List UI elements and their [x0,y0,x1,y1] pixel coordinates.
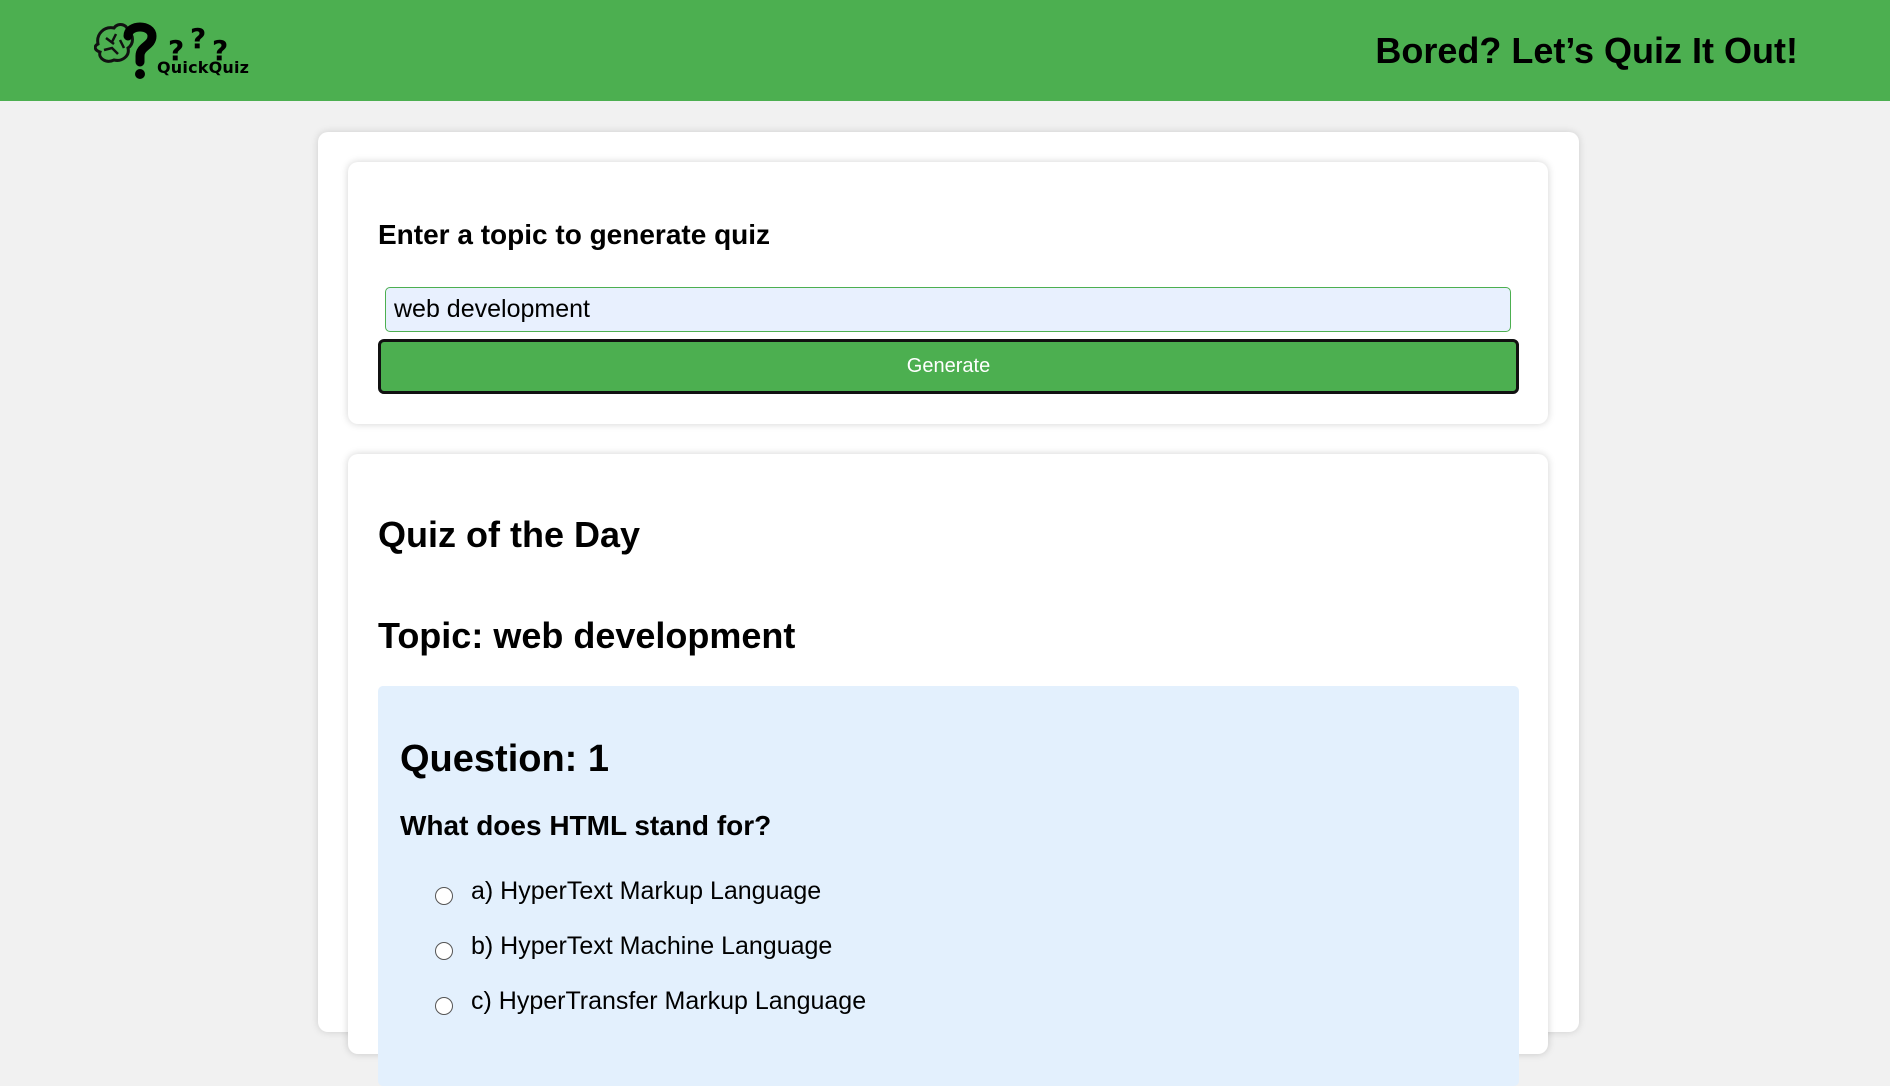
site-tagline: Bored? Let’s Quiz It Out! [1375,30,1798,71]
question-text: What does HTML stand for? [400,810,772,841]
radio-button[interactable] [435,942,453,960]
radio-button[interactable] [435,887,453,905]
top-bar: ? ? ? QuickQuiz Bored? Let’s Quiz It Out… [0,0,1890,101]
quiz-title: Quiz of the Day [378,514,641,555]
answer-option-c[interactable]: c) HyperTransfer Markup Language [435,983,866,1019]
quickquiz-logo[interactable]: ? ? ? QuickQuiz [94,20,254,82]
answer-option-a[interactable]: a) HyperText Markup Language [435,873,821,909]
logo-text: QuickQuiz [157,58,250,77]
svg-text:?: ? [190,22,206,55]
topic-form-card: Enter a topic to generate quiz Generate [348,162,1548,424]
topic-input[interactable] [385,287,1511,332]
option-label: b) HyperText Machine Language [471,931,833,960]
option-label: a) HyperText Markup Language [471,876,822,905]
quiz-topic: Topic: web development [378,615,796,656]
quiz-card: Quiz of the Day Topic: web development Q… [348,454,1548,1086]
topic-label: Enter a topic to generate quiz [378,219,771,250]
option-label: c) HyperTransfer Markup Language [471,986,867,1015]
answer-option-b[interactable]: b) HyperText Machine Language [435,928,832,964]
question-card: Question: 1 What does HTML stand for? a)… [378,686,1519,1086]
generate-button[interactable]: Generate [378,339,1519,394]
radio-button[interactable] [435,997,453,1015]
question-number: Question: 1 [400,738,610,780]
